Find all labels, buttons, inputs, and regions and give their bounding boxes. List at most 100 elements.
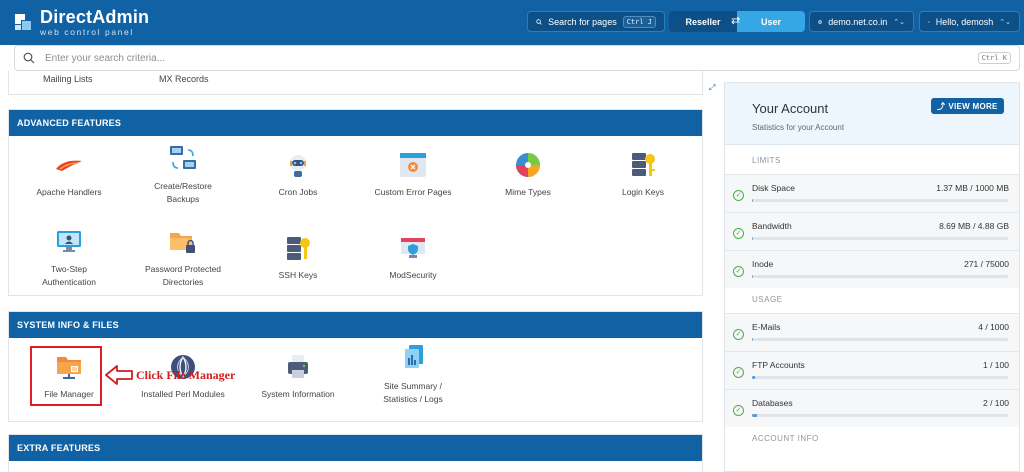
check-circle-icon: ✓ bbox=[733, 329, 744, 340]
usage-bar-fill bbox=[752, 338, 754, 341]
site-summary-item[interactable]: Site Summary / Statistics / Logs bbox=[355, 344, 471, 406]
usage-bar-fill bbox=[752, 275, 753, 278]
email-section-tail: Mailing Lists MX Records bbox=[8, 71, 703, 95]
item-label: Login Keys bbox=[621, 187, 665, 197]
item-label: Mime Types bbox=[505, 187, 551, 197]
limit-value: 8.69 MB / 4.88 GB bbox=[939, 221, 1009, 231]
usage-name: FTP Accounts bbox=[752, 360, 805, 370]
top-bar: DirectAdmin web control panel Search for… bbox=[0, 0, 1024, 45]
user-menu[interactable]: Hello, demosh ⌃⌄ bbox=[919, 11, 1020, 32]
limit-value: 1.37 MB / 1000 MB bbox=[936, 183, 1009, 193]
external-link-icon: ⤴ bbox=[937, 101, 946, 111]
check-circle-icon: ✓ bbox=[733, 190, 744, 201]
search-shortcut: Ctrl K bbox=[977, 52, 1011, 64]
limit-name: Disk Space bbox=[752, 183, 795, 193]
usage-bar-fill bbox=[752, 376, 755, 379]
item-label: Installed Perl Modules bbox=[141, 389, 225, 399]
user-icon bbox=[928, 20, 930, 23]
server-key-icon bbox=[628, 150, 658, 180]
chevron-updown-icon: ⌃⌄ bbox=[999, 18, 1011, 26]
usage-name: Databases bbox=[752, 398, 793, 408]
mode-reseller[interactable]: Reseller bbox=[669, 11, 737, 32]
item-label: Password Protected Directories bbox=[144, 264, 222, 287]
usage-name: E-Mails bbox=[752, 322, 781, 332]
brand-name: DirectAdmin bbox=[40, 7, 150, 27]
cron-jobs-item[interactable]: Cron Jobs bbox=[240, 150, 356, 199]
apache-feather-icon bbox=[54, 150, 84, 180]
usage-bar bbox=[752, 275, 1008, 278]
chevron-updown-icon: ⌃⌄ bbox=[893, 18, 905, 26]
check-circle-icon: ✓ bbox=[733, 405, 744, 416]
documents-icon bbox=[398, 344, 428, 374]
account-title: Your Account bbox=[752, 101, 829, 116]
file-manager-highlight-box bbox=[30, 346, 102, 406]
mailing-lists-link[interactable]: Mailing Lists bbox=[43, 74, 93, 84]
item-label: Create/Restore Backups bbox=[154, 181, 212, 204]
apache-handlers-item[interactable]: Apache Handlers bbox=[11, 150, 127, 199]
modsecurity-item[interactable]: ModSecurity bbox=[355, 233, 471, 282]
domain-label: demo.net.co.in bbox=[828, 16, 888, 27]
mx-records-link[interactable]: MX Records bbox=[159, 74, 209, 84]
password-protected-directories-item[interactable]: Password Protected Directories bbox=[125, 227, 241, 289]
swap-arrows-icon: ⇄ bbox=[731, 15, 741, 27]
usage-bar bbox=[752, 376, 1008, 379]
limit-row-inode: ✓ Inode 271 / 75000 bbox=[725, 250, 1019, 288]
check-circle-icon: ✓ bbox=[733, 367, 744, 378]
search-input[interactable] bbox=[45, 52, 968, 64]
globe-icon bbox=[818, 19, 823, 24]
view-more-label: VIEW MORE bbox=[948, 101, 998, 111]
mime-types-item[interactable]: Mime Types bbox=[470, 150, 586, 199]
annotation-text: Click File Manager bbox=[136, 367, 236, 382]
search-icon bbox=[23, 52, 35, 64]
item-label: Custom Error Pages bbox=[374, 187, 452, 197]
robot-icon bbox=[283, 150, 313, 180]
advanced-features-section: ADVANCED FEATURES Apache Handlers Create… bbox=[8, 109, 703, 296]
item-label: Apache Handlers bbox=[36, 187, 102, 197]
system-information-item[interactable]: System Information bbox=[240, 352, 356, 401]
monitor-user-icon bbox=[54, 227, 84, 257]
view-more-button[interactable]: ⤴ VIEW MORE bbox=[931, 98, 1004, 114]
item-label: Two-Step Authentication bbox=[42, 264, 96, 287]
section-title: EXTRA FEATURES bbox=[9, 435, 702, 461]
usage-label: USAGE bbox=[752, 295, 783, 304]
item-label: ModSecurity bbox=[389, 270, 437, 280]
greeting-label: Hello, demosh bbox=[935, 16, 994, 27]
left-arrow-icon bbox=[105, 365, 133, 385]
usage-row-ftp-accounts: ✓ FTP Accounts 1 / 100 bbox=[725, 351, 1019, 389]
mode-switch[interactable]: Reseller User ⇄ bbox=[669, 11, 805, 32]
usage-bar bbox=[752, 199, 1008, 202]
collapse-toggle-icon[interactable]: ⤢ bbox=[709, 83, 715, 93]
item-label: Site Summary / Statistics / Logs bbox=[383, 381, 443, 404]
check-circle-icon: ✓ bbox=[733, 228, 744, 239]
extra-features-section: EXTRA FEATURES bbox=[8, 434, 703, 472]
limit-row-disk-space: ✓ Disk Space 1.37 MB / 1000 MB bbox=[725, 174, 1019, 212]
usage-bar bbox=[752, 414, 1008, 417]
create-restore-backups-item[interactable]: Create/Restore Backups bbox=[125, 144, 241, 206]
usage-value: 2 / 100 bbox=[983, 398, 1009, 408]
section-title: SYSTEM INFO & FILES bbox=[9, 312, 702, 338]
usage-row-emails: ✓ E-Mails 4 / 1000 bbox=[725, 313, 1019, 351]
usage-bar-fill bbox=[752, 414, 758, 417]
account-info-label: ACCOUNT INFO bbox=[752, 434, 819, 443]
brand-subtitle: web control panel bbox=[40, 27, 134, 37]
item-label: System Information bbox=[261, 389, 335, 399]
shield-monitor-icon bbox=[398, 233, 428, 263]
search-pages-button[interactable]: Search for pages Ctrl J bbox=[527, 11, 665, 32]
custom-error-pages-item[interactable]: Custom Error Pages bbox=[355, 150, 471, 199]
ssh-keys-item[interactable]: SSH Keys bbox=[240, 233, 356, 282]
printer-icon bbox=[283, 352, 313, 382]
login-keys-item[interactable]: Login Keys bbox=[585, 150, 701, 199]
item-label: SSH Keys bbox=[278, 270, 318, 280]
backup-computers-icon bbox=[168, 144, 198, 174]
account-panel: Your Account Statistics for your Account… bbox=[724, 82, 1020, 472]
domain-selector[interactable]: demo.net.co.in ⌃⌄ bbox=[809, 11, 914, 32]
usage-value: 4 / 1000 bbox=[978, 322, 1009, 332]
limit-value: 271 / 75000 bbox=[964, 259, 1009, 269]
usage-bar bbox=[752, 338, 1008, 341]
usage-row-databases: ✓ Databases 2 / 100 bbox=[725, 389, 1019, 427]
usage-bar bbox=[752, 237, 1008, 240]
mode-user[interactable]: User bbox=[737, 11, 805, 32]
logo[interactable]: DirectAdmin web control panel bbox=[12, 8, 149, 37]
two-step-authentication-item[interactable]: Two-Step Authentication bbox=[11, 227, 127, 289]
limits-label: LIMITS bbox=[752, 156, 781, 165]
